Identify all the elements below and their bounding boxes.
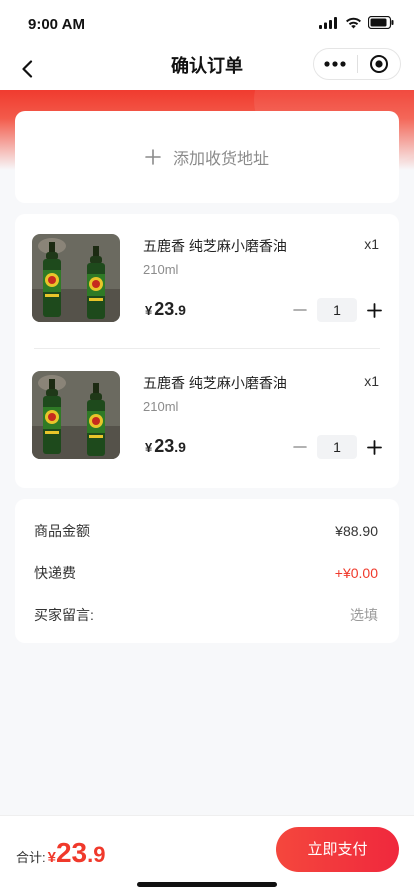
buyer-message-row[interactable]: 买家留言: 选填 (34, 603, 378, 627)
product-spec: 210ml (143, 262, 179, 277)
decrease-button[interactable] (288, 435, 312, 459)
product-name: 五鹿香 纯芝麻小磨香油 (143, 238, 287, 254)
shipping-label: 快递费 (34, 565, 76, 581)
add-address-label: 添加收货地址 (172, 151, 269, 168)
target-icon (369, 55, 388, 73)
product-price: ¥23.9 (145, 436, 186, 457)
product-image (32, 371, 120, 459)
goods-card: 五鹿香 纯芝麻小磨香油 x1 210ml ¥23.9 1 五鹿香 纯芝麻小磨香油… (15, 214, 399, 488)
home-indicator (137, 882, 277, 887)
more-icon (324, 61, 346, 67)
buyer-message-input[interactable]: 选填 (350, 605, 378, 625)
total-decimal: .9 (87, 842, 106, 867)
product-spec: 210ml (143, 399, 179, 414)
decrease-button[interactable] (288, 298, 312, 322)
product-name: 五鹿香 纯芝麻小磨香油 (143, 375, 287, 391)
increase-button[interactable] (362, 298, 386, 322)
buyer-message-label: 买家留言: (34, 607, 94, 623)
total-integer: 23 (55, 837, 88, 868)
pay-now-button[interactable]: 立即支付 (276, 827, 399, 872)
order-summary-card: 商品金额 ¥88.90 快递费 +¥0.00 买家留言: 选填 (15, 499, 399, 643)
more-button[interactable] (314, 49, 357, 79)
status-time: 9:00 AM (28, 16, 85, 33)
status-bar: 9:00 AM (0, 0, 414, 48)
plus-icon (366, 439, 382, 455)
quantity-input[interactable]: 1 (317, 435, 357, 459)
product-quantity: x1 (364, 236, 379, 252)
quantity-input[interactable]: 1 (317, 298, 357, 322)
total-label: 合计: (16, 850, 46, 865)
increase-button[interactable] (362, 435, 386, 459)
price-integer: 23 (154, 299, 175, 319)
plus-icon (366, 302, 382, 318)
goods-item: 五鹿香 纯芝麻小磨香油 x1 210ml ¥23.9 1 (15, 351, 399, 471)
goods-item: 五鹿香 纯芝麻小磨香油 x1 210ml ¥23.9 1 (15, 214, 399, 334)
goods-amount-row: 商品金额 ¥88.90 (34, 519, 378, 543)
nav-bar: 确认订单 (0, 48, 414, 90)
goods-amount-label: 商品金额 (34, 523, 90, 539)
signal-icon (319, 16, 337, 29)
total-price: 合计: ¥ 23 .9 (16, 837, 105, 869)
status-icons (319, 16, 394, 29)
divider (34, 348, 380, 349)
goods-amount-value: ¥88.90 (335, 523, 378, 539)
mini-program-capsule (313, 48, 401, 80)
price-symbol: ¥ (145, 440, 153, 455)
product-price: ¥23.9 (145, 299, 186, 320)
shipping-row: 快递费 +¥0.00 (34, 561, 378, 585)
price-integer: 23 (154, 436, 175, 456)
total-symbol: ¥ (47, 849, 56, 866)
shipping-value: +¥0.00 (334, 565, 378, 581)
price-decimal: .9 (174, 302, 186, 318)
quantity-stepper: 1 (288, 435, 386, 459)
close-mini-program-button[interactable] (357, 49, 400, 79)
product-quantity: x1 (364, 373, 379, 389)
price-decimal: .9 (174, 439, 186, 455)
battery-icon (368, 16, 394, 29)
minus-icon (293, 446, 307, 448)
wifi-icon (346, 17, 361, 28)
plus-icon (145, 149, 161, 165)
minus-icon (293, 309, 307, 311)
product-image (32, 234, 120, 322)
price-symbol: ¥ (145, 303, 153, 318)
add-address-card[interactable]: 添加收货地址 (15, 111, 399, 203)
quantity-stepper: 1 (288, 298, 386, 322)
